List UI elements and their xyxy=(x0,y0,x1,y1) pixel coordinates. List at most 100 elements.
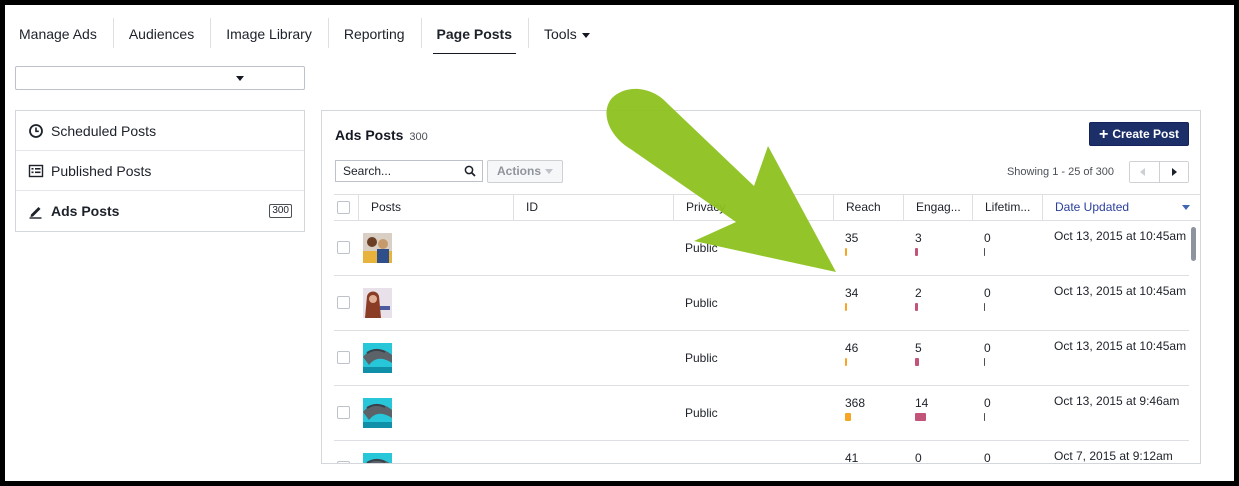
panel-title-count: 300 xyxy=(409,131,428,143)
panel-title: Ads Posts 300 xyxy=(335,127,428,143)
column-header-date-updated-label: Date Updated xyxy=(1055,200,1130,214)
reach-cell: 46 xyxy=(845,341,859,355)
chevron-down-icon xyxy=(236,76,244,81)
engagement-cell: 0 xyxy=(915,451,922,463)
sidebar-item-ads-posts[interactable]: Ads Posts 300 xyxy=(16,191,304,231)
chevron-right-icon xyxy=(1171,168,1177,176)
column-header-engagement[interactable]: Engag... xyxy=(903,195,972,220)
privacy-cell: Public xyxy=(685,351,718,365)
lifetime-cell: 0 xyxy=(984,231,991,245)
top-navigation: Manage Ads Audiences Image Library Repor… xyxy=(5,18,606,54)
actions-label: Actions xyxy=(497,164,542,178)
panel-title-text: Ads Posts xyxy=(335,127,404,143)
date-updated-cell: Oct 13, 2015 at 10:45am xyxy=(1054,339,1187,353)
date-updated-cell: Oct 13, 2015 at 9:46am xyxy=(1054,394,1180,408)
engagement-cell: 2 xyxy=(915,286,922,300)
account-selector[interactable] xyxy=(15,66,305,90)
privacy-cell: Public xyxy=(685,406,718,420)
engagement-bar xyxy=(915,303,918,311)
tab-reporting[interactable]: Reporting xyxy=(327,18,421,54)
column-header-id[interactable]: ID xyxy=(513,195,673,220)
sort-descending-icon xyxy=(1182,205,1190,210)
lifetime-bar xyxy=(984,413,985,421)
pagination-status: Showing 1 - 25 of 300 xyxy=(1006,166,1114,178)
table-row[interactable]: Public 46 5 0 Oct 13, 2015 at 10:45am xyxy=(334,331,1189,386)
lifetime-cell: 0 xyxy=(984,451,991,463)
reach-bar xyxy=(845,248,847,256)
reach-cell: 368 xyxy=(845,396,866,410)
search-input[interactable] xyxy=(336,161,461,181)
create-post-button[interactable]: + Create Post xyxy=(1089,122,1189,146)
count-badge: 300 xyxy=(269,204,292,218)
engagement-bar xyxy=(915,248,918,256)
lifetime-cell: 0 xyxy=(984,341,991,355)
row-checkbox[interactable] xyxy=(337,461,350,463)
sidebar-item-label: Scheduled Posts xyxy=(51,123,157,139)
row-checkbox[interactable] xyxy=(337,296,350,309)
header-checkbox-cell xyxy=(334,195,358,220)
reach-bar xyxy=(845,413,851,421)
reach-cell: 35 xyxy=(845,231,859,245)
tab-tools-label: Tools xyxy=(544,26,577,42)
sidebar-item-published-posts[interactable]: Published Posts xyxy=(16,151,304,191)
engagement-cell: 5 xyxy=(915,341,922,355)
engagement-bar xyxy=(915,358,919,366)
search-box xyxy=(335,160,483,182)
chevron-down-icon xyxy=(581,32,590,38)
clock-icon xyxy=(29,124,43,138)
row-checkbox[interactable] xyxy=(337,406,350,419)
table-row[interactable]: Public 34 2 0 Oct 13, 2015 at 10:45am xyxy=(334,276,1189,331)
table-row[interactable]: Public 35 3 0 Oct 13, 2015 at 10:45am xyxy=(334,221,1189,276)
lifetime-bar xyxy=(984,303,985,311)
table-row[interactable]: Public 368 14 0 Oct 13, 2015 at 9:46am xyxy=(334,386,1189,441)
previous-page-button[interactable] xyxy=(1130,162,1159,182)
reach-cell: 41 xyxy=(845,451,859,463)
post-thumbnail[interactable] xyxy=(363,343,392,373)
tab-tools[interactable]: Tools xyxy=(528,18,606,54)
privacy-cell: Public xyxy=(685,296,718,310)
tab-audiences[interactable]: Audiences xyxy=(112,18,210,54)
list-icon xyxy=(28,164,44,178)
column-header-date-updated[interactable]: Date Updated xyxy=(1042,195,1200,220)
post-thumbnail[interactable] xyxy=(363,453,392,463)
row-checkbox[interactable] xyxy=(337,351,350,364)
tab-image-library[interactable]: Image Library xyxy=(210,18,328,54)
sidebar: Scheduled Posts Published Posts Ads Post… xyxy=(15,110,305,232)
engagement-bar xyxy=(915,413,926,421)
column-header-posts[interactable]: Posts xyxy=(358,195,513,220)
tab-page-posts[interactable]: Page Posts xyxy=(420,18,528,54)
next-page-button[interactable] xyxy=(1158,162,1188,182)
reach-cell: 34 xyxy=(845,286,859,300)
column-header-privacy[interactable]: Privacy xyxy=(673,195,833,220)
pagination-controls xyxy=(1129,161,1189,183)
sidebar-item-label: Ads Posts xyxy=(51,203,120,219)
lifetime-cell: 0 xyxy=(984,396,991,410)
post-thumbnail[interactable] xyxy=(363,233,392,263)
actions-dropdown[interactable]: Actions xyxy=(487,160,563,183)
pencil-icon xyxy=(29,207,42,219)
sidebar-item-scheduled-posts[interactable]: Scheduled Posts xyxy=(16,111,304,151)
reach-bar xyxy=(845,358,847,366)
privacy-cell: Public xyxy=(685,241,718,255)
search-icon[interactable] xyxy=(464,165,476,177)
column-header-reach[interactable]: Reach xyxy=(833,195,903,220)
table-row[interactable]: 41 0 0 Oct 7, 2015 at 9:12am xyxy=(334,441,1189,463)
plus-icon: + xyxy=(1098,126,1109,143)
chevron-down-icon xyxy=(545,169,554,175)
screenshot-frame: Manage Ads Audiences Image Library Repor… xyxy=(0,0,1239,486)
row-checkbox[interactable] xyxy=(337,241,350,254)
select-all-checkbox[interactable] xyxy=(337,201,350,214)
tab-manage-ads[interactable]: Manage Ads xyxy=(5,18,113,54)
date-updated-cell: Oct 13, 2015 at 10:45am xyxy=(1054,229,1187,243)
lifetime-bar xyxy=(984,358,985,366)
reach-bar xyxy=(845,303,847,311)
create-post-label: Create Post xyxy=(1112,127,1180,141)
post-thumbnail[interactable] xyxy=(363,288,392,318)
column-header-lifetime[interactable]: Lifetim... xyxy=(972,195,1042,220)
engagement-cell: 14 xyxy=(915,396,929,410)
scrollbar-thumb[interactable] xyxy=(1191,227,1196,261)
engagement-cell: 3 xyxy=(915,231,922,245)
post-thumbnail[interactable] xyxy=(363,398,392,428)
table-header: Posts ID Privacy Reach Engag... Lifetim.… xyxy=(334,194,1200,221)
ads-posts-panel: Ads Posts 300 +Create Post Actions Showi… xyxy=(321,110,1201,464)
